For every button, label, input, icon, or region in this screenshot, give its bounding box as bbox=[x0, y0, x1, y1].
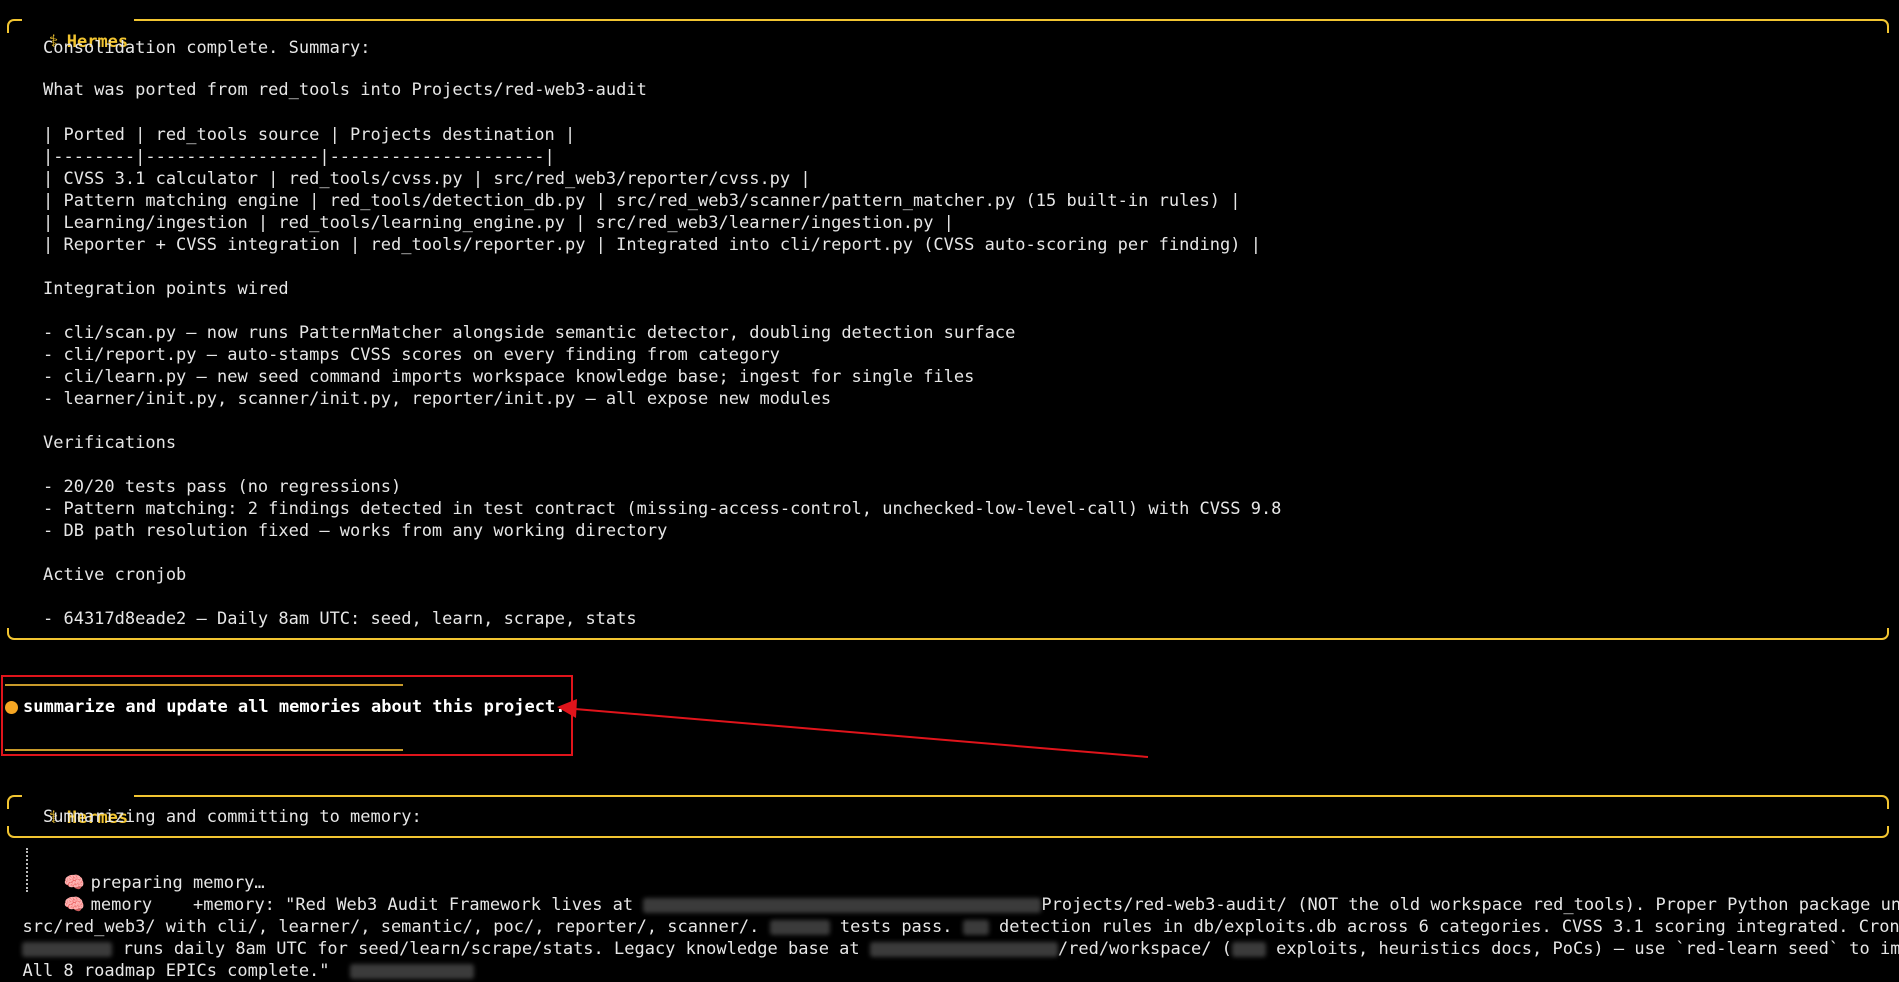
memory-text: exploits, heuristics docs, PoCs) — use `… bbox=[1276, 939, 1899, 959]
redacted-count bbox=[1231, 941, 1266, 957]
memory-text: /red/workspace/ ( bbox=[1057, 939, 1232, 959]
memory-wrap-line: All 8 roadmap EPICs complete." bbox=[2, 938, 475, 981]
status-line: Summarizing and committing to memory: bbox=[43, 807, 422, 827]
panel-bottom-border bbox=[7, 826, 1889, 838]
redacted-timing bbox=[350, 963, 475, 979]
memory-text: All 8 roadmap EPICs complete." bbox=[22, 961, 330, 981]
memory-wrap-line: src/red_web3/ with cli/, learner/, seman… bbox=[2, 894, 1899, 937]
tree-connector bbox=[26, 848, 28, 892]
tool-memory-line: 🧠 memory +memory: "Red Web3 Audit Framewo… bbox=[43, 872, 1899, 915]
memory-wrap-line: runs daily 8am UTC for seed/learn/scrape… bbox=[2, 916, 1899, 959]
tool-preparing-line: 🧠 preparing memory… bbox=[43, 850, 264, 893]
redacted-path bbox=[869, 941, 1058, 957]
